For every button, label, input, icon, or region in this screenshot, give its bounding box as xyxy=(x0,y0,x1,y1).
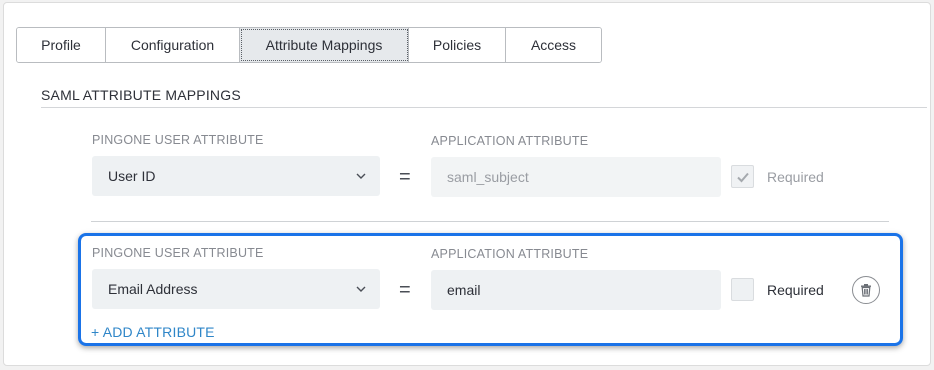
section-divider xyxy=(41,107,927,108)
required-checkbox[interactable] xyxy=(731,278,754,301)
add-attribute-link[interactable]: + ADD ATTRIBUTE xyxy=(91,324,215,340)
row-divider xyxy=(91,221,889,222)
equals-sign: = xyxy=(399,166,411,188)
tab-attribute-mappings[interactable]: Attribute Mappings xyxy=(240,28,409,62)
tab-profile[interactable]: Profile xyxy=(17,28,106,62)
required-label: Required xyxy=(767,282,824,298)
required-label: Required xyxy=(767,169,824,185)
user-attribute-select[interactable]: User ID xyxy=(92,156,380,196)
user-attribute-value: User ID xyxy=(108,168,156,184)
chevron-down-icon xyxy=(356,173,366,179)
user-attribute-label: PINGONE USER ATTRIBUTE xyxy=(92,246,264,260)
delete-mapping-button[interactable] xyxy=(852,276,880,304)
user-attribute-value: Email Address xyxy=(108,281,198,297)
chevron-down-icon xyxy=(356,286,366,292)
tab-bar: Profile Configuration Attribute Mappings… xyxy=(16,27,602,63)
tab-configuration[interactable]: Configuration xyxy=(106,28,240,62)
application-attribute-label: APPLICATION ATTRIBUTE xyxy=(431,134,589,148)
tab-access[interactable]: Access xyxy=(506,28,601,62)
section-title: SAML ATTRIBUTE MAPPINGS xyxy=(41,87,241,103)
user-attribute-label: PINGONE USER ATTRIBUTE xyxy=(92,133,264,147)
application-attribute-input[interactable]: email xyxy=(431,270,721,310)
tab-policies[interactable]: Policies xyxy=(409,28,506,62)
equals-sign: = xyxy=(399,279,411,301)
application-attribute-input[interactable]: saml_subject xyxy=(431,157,721,197)
check-icon xyxy=(736,172,749,182)
required-checkbox[interactable] xyxy=(731,165,754,188)
user-attribute-select[interactable]: Email Address xyxy=(92,269,380,309)
trash-icon xyxy=(861,284,871,297)
application-attribute-label: APPLICATION ATTRIBUTE xyxy=(431,247,589,261)
